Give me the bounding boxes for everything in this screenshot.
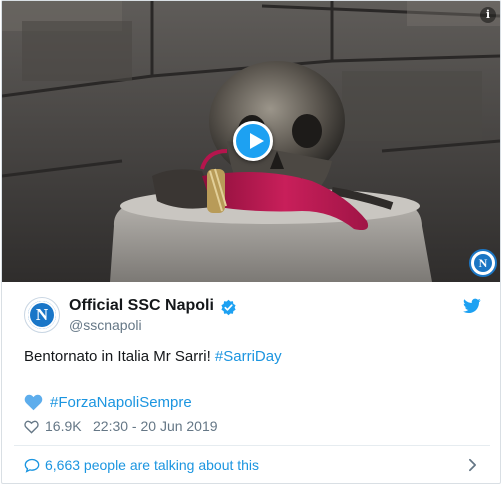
tweet-text-plain: Bentornato in Italia Mr Sarri! — [24, 348, 215, 365]
author-display-name[interactable]: Official SSC Napoli — [69, 297, 214, 315]
author-handle[interactable]: @sscnapoli — [69, 317, 142, 333]
conversation-count-text[interactable]: 6,663 people are talking about this — [45, 457, 259, 473]
verified-badge-icon — [221, 299, 236, 316]
conversation-link[interactable]: 6,663 people are talking about this — [2, 446, 500, 483]
avatar-letter: N — [35, 305, 49, 324]
play-button[interactable] — [233, 121, 273, 161]
avatar[interactable]: N — [24, 297, 60, 333]
tweet-timestamp[interactable]: 22:30 - 20 Jun 2019 — [93, 418, 218, 434]
twitter-bird-icon[interactable] — [463, 298, 481, 314]
blue-heart-icon — [24, 394, 43, 411]
chevron-right-icon[interactable] — [468, 458, 477, 472]
napoli-logo-badge-icon: N — [469, 249, 497, 277]
speech-bubble-icon — [24, 458, 40, 473]
info-icon[interactable]: i — [480, 7, 496, 23]
heart-outline-icon[interactable] — [24, 420, 39, 434]
tweet-text: Bentornato in Italia Mr Sarri! #SarriDay — [24, 348, 282, 365]
hashtag-sarriday-link[interactable]: #SarriDay — [215, 348, 282, 365]
like-count[interactable]: 16.9K — [45, 418, 82, 434]
badge-letter: N — [478, 256, 488, 270]
tweet-card: i N N Official SSC Napoli @sscnapoli Ben… — [1, 0, 501, 484]
hashtag-forzanapolisempre-link[interactable]: #ForzaNapoliSempre — [50, 394, 192, 411]
video-thumbnail[interactable]: i N — [2, 1, 500, 282]
